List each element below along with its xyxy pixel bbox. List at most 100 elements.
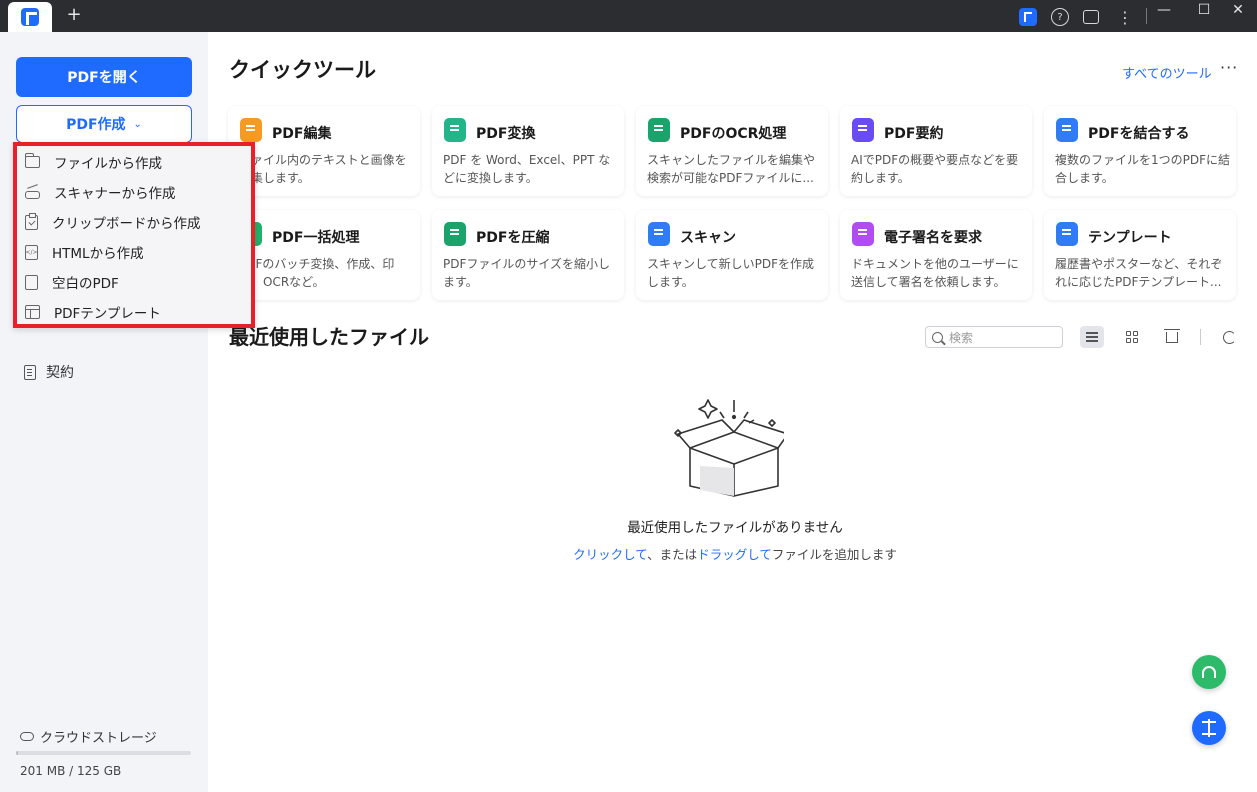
- tool-icon: [1056, 222, 1078, 246]
- sidebar-item-contract[interactable]: 契約: [24, 362, 74, 382]
- title-bar: + ? ⋮ — ☐ ✕: [0, 0, 1257, 32]
- tool-name: PDF一括処理: [272, 230, 360, 246]
- tool-icon: [852, 118, 874, 142]
- hint-end-text: ファイルを追加します: [771, 547, 897, 562]
- tool-card[interactable]: PDFのOCR処理スキャンしたファイルを編集や検索が可能なPDFファイルに...: [636, 106, 828, 196]
- list-view-button[interactable]: [1080, 326, 1104, 348]
- tool-icon: [444, 118, 466, 142]
- document-icon: [24, 364, 36, 380]
- trash-icon: [1164, 328, 1180, 343]
- tool-card[interactable]: テンプレート履歴書やポスターなど、それぞれに応じたPDFテンプレート...: [1044, 210, 1236, 300]
- tool-description: スキャンして新しいPDFを作成します。: [647, 257, 815, 289]
- dropdown-item-label: スキャナーから作成: [54, 186, 176, 202]
- hint-mid-text: 、または: [647, 547, 698, 562]
- new-tab-button[interactable]: +: [64, 4, 84, 26]
- tool-description: 履歴書やポスターなど、それぞれに応じたPDFテンプレート...: [1055, 257, 1223, 289]
- tool-description: スキャンしたファイルを編集や検索が可能なPDFファイルに...: [647, 153, 816, 185]
- grid-view-icon: [1126, 331, 1138, 343]
- more-options-icon[interactable]: ···: [1220, 58, 1238, 77]
- tool-card[interactable]: PDF編集 ファイル内のテキストと画像を編集します。: [228, 106, 420, 196]
- dropdown-item[interactable]: </> HTMLから作成: [25, 240, 144, 264]
- minimize-button[interactable]: —: [1147, 0, 1181, 20]
- search-input[interactable]: 検索: [925, 326, 1063, 348]
- empty-box-illustration: [674, 399, 784, 497]
- tool-card[interactable]: PDF要約 AIでPDFの概要や要点などを要約します。: [840, 106, 1032, 196]
- empty-state-hint: クリックして、またはドラッグしてファイルを追加します: [519, 544, 951, 563]
- tool-card[interactable]: スキャンスキャンして新しいPDFを作成します。: [636, 210, 828, 300]
- dropdown-item-label: ファイルから作成: [54, 156, 162, 172]
- tool-name: PDF変換: [476, 126, 536, 142]
- storage-usage-bar: [16, 751, 191, 755]
- scanner-icon: [25, 191, 40, 199]
- folder-icon: [25, 153, 40, 168]
- app-logo-icon: [21, 8, 39, 26]
- storage-usage-text: 201 MB / 125 GB: [20, 764, 122, 778]
- storage-usage-fill: [16, 751, 18, 755]
- more-menu-icon[interactable]: ⋮: [1116, 8, 1134, 27]
- dropdown-item-label: HTMLから作成: [52, 246, 144, 262]
- toolbox-icon: [1202, 719, 1216, 737]
- tool-card[interactable]: PDF変換 PDF を Word、Excel、PPT などに変換します。: [432, 106, 624, 196]
- app-tab[interactable]: [8, 2, 52, 32]
- sidebar-item-label: 契約: [46, 365, 74, 381]
- tool-name: スキャン: [680, 230, 736, 246]
- tool-card[interactable]: PDF一括処理 PDFのバッチ変換、作成、印刷、OCRなど。: [228, 210, 420, 300]
- toolbox-button[interactable]: [1192, 711, 1226, 745]
- tool-icon: [240, 118, 262, 142]
- click-to-add-link[interactable]: クリックして: [573, 547, 647, 562]
- tool-description: PDFのバッチ変換、作成、印刷、OCRなど。: [239, 257, 395, 289]
- tool-description: ドキュメントを他のユーザーに送信して署名を依頼します。: [851, 257, 1019, 289]
- refresh-icon: [1222, 330, 1236, 344]
- dropdown-item[interactable]: クリップボードから作成: [25, 210, 201, 234]
- page-title: クイックツール: [229, 58, 376, 82]
- maximize-button[interactable]: ☐: [1187, 0, 1221, 20]
- close-button[interactable]: ✕: [1221, 0, 1255, 20]
- all-tools-link[interactable]: すべてのツール: [1122, 63, 1212, 82]
- cloud-storage[interactable]: クラウドストレージ: [20, 727, 157, 746]
- grid-view-button[interactable]: [1120, 326, 1144, 348]
- tool-icon: [852, 222, 874, 246]
- list-view-icon: [1086, 332, 1098, 342]
- tool-name: テンプレート: [1088, 230, 1172, 246]
- dropdown-item[interactable]: ファイルから作成: [25, 150, 162, 174]
- clipboard-icon: [25, 212, 38, 230]
- tool-card[interactable]: 電子署名を要求 ドキュメントを他のユーザーに送信して署名を依頼します。: [840, 210, 1032, 300]
- tool-icon: [648, 118, 670, 142]
- tool-card[interactable]: PDFを結合する複数のファイルを1つのPDFに結合します。: [1044, 106, 1236, 196]
- drag-to-add-link[interactable]: ドラッグして: [697, 547, 772, 562]
- cloud-icon: [20, 732, 34, 741]
- tool-name: PDFのOCR処理: [680, 126, 787, 142]
- headset-icon: [1202, 666, 1216, 678]
- account-logo-icon[interactable]: [1019, 8, 1037, 26]
- dropdown-item[interactable]: PDFテンプレート: [25, 300, 161, 324]
- tool-description: 複数のファイルを1つのPDFに結合します。: [1055, 153, 1231, 185]
- open-pdf-button[interactable]: PDFを開く: [16, 57, 192, 97]
- help-icon[interactable]: ?: [1051, 8, 1069, 26]
- delete-button[interactable]: [1160, 326, 1184, 348]
- tool-icon: [648, 222, 670, 246]
- blank-file-icon: [25, 274, 38, 290]
- tool-description: AIでPDFの概要や要点などを要約します。: [851, 153, 1019, 185]
- create-pdf-dropdown: ファイルから作成 スキャナーから作成クリップボードから作成 </> HTMLから作成空…: [13, 142, 255, 328]
- chevron-down-icon: ⌄: [133, 118, 142, 130]
- empty-state-message: 最近使用したファイルがありません: [627, 520, 843, 536]
- feedback-icon[interactable]: [1083, 10, 1099, 24]
- html-file-icon: </>: [25, 244, 38, 260]
- create-pdf-button[interactable]: PDF作成 ⌄: [16, 105, 192, 143]
- tool-name: PDF要約: [884, 126, 944, 142]
- tool-description: PDFファイルのサイズを縮小します。: [443, 257, 611, 289]
- dropdown-item-label: PDFテンプレート: [54, 306, 161, 322]
- support-button[interactable]: [1192, 655, 1226, 689]
- tool-name: PDFを圧縮: [476, 230, 550, 246]
- tool-card[interactable]: PDFを圧縮 PDFファイルのサイズを縮小します。: [432, 210, 624, 300]
- search-placeholder: 検索: [949, 330, 974, 345]
- tool-description: ファイル内のテキストと画像を編集します。: [239, 153, 407, 185]
- cloud-storage-label: クラウドストレージ: [40, 731, 157, 746]
- tool-name: PDFを結合する: [1088, 126, 1190, 142]
- toolbar-divider: [1200, 329, 1201, 345]
- recent-files-title: 最近使用したファイル: [229, 325, 429, 349]
- dropdown-item[interactable]: スキャナーから作成: [25, 180, 176, 204]
- create-pdf-label: PDF作成: [66, 117, 126, 133]
- dropdown-item[interactable]: 空白のPDF: [25, 270, 119, 294]
- refresh-button[interactable]: [1217, 326, 1241, 348]
